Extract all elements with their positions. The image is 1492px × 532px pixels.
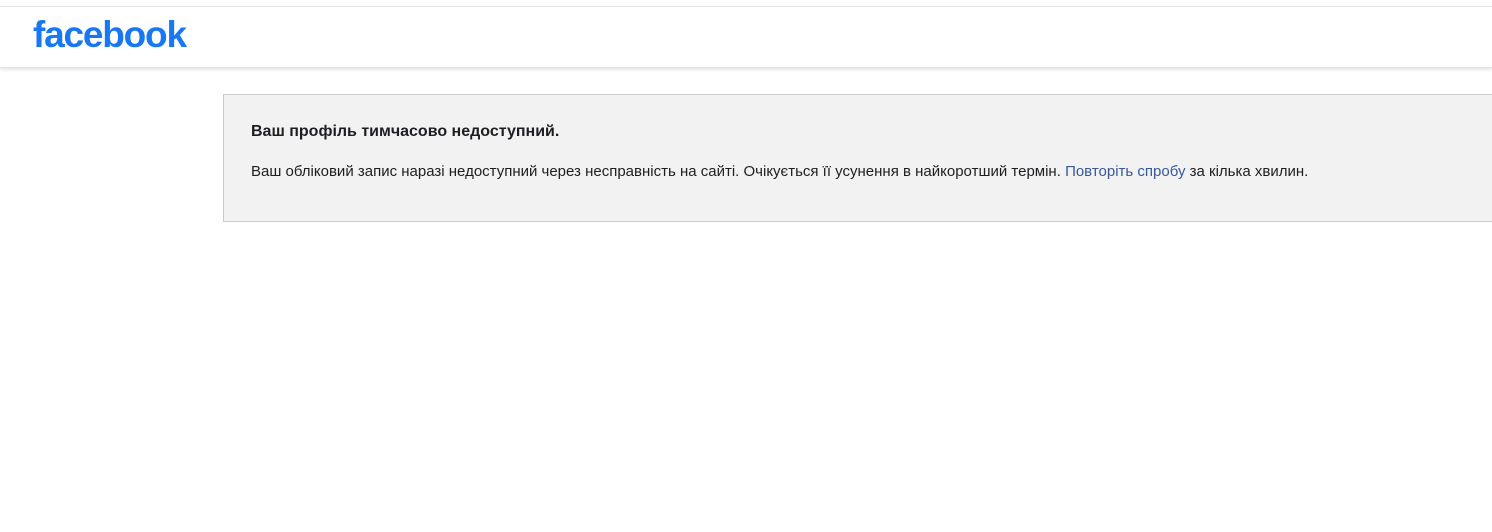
notice-message: Ваш обліковий запис наразі недоступний ч… <box>251 163 1308 180</box>
notice-title: Ваш профіль тимчасово недоступний. <box>251 123 560 140</box>
error-notice-box: Ваш профіль тимчасово недоступний. Ваш о… <box>223 94 1492 222</box>
notice-message-text: Ваш обліковий запис наразі недоступний ч… <box>251 163 1066 180</box>
top-bar: facebook <box>0 7 1492 68</box>
facebook-logo[interactable]: facebook <box>33 13 187 57</box>
retry-link[interactable]: Повторіть спробу <box>1065 163 1185 180</box>
notice-message-suffix: за кілька хвилин. <box>1185 163 1309 180</box>
